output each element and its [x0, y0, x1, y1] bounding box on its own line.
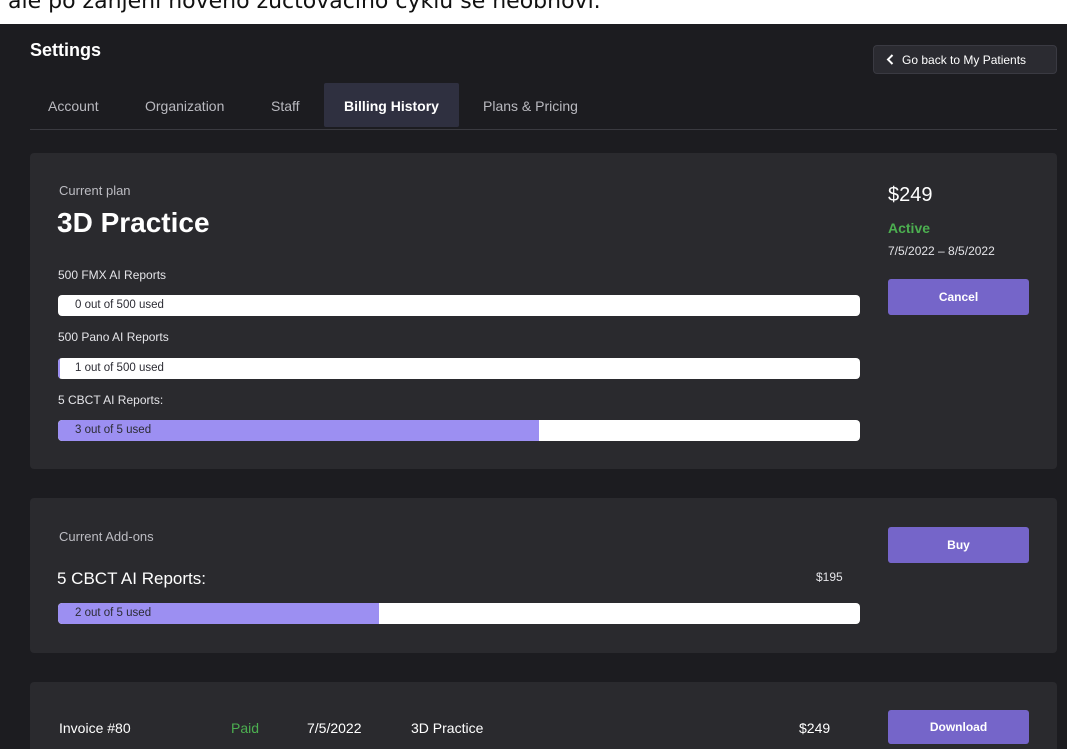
plan-price: $249	[888, 184, 933, 206]
current-addons-label: Current Add-ons	[59, 529, 154, 544]
addon-text-cbct: 2 out of 5 used	[75, 607, 152, 619]
quota-text-pano: 1 out of 500 used	[75, 362, 164, 374]
current-addons-card: Current Add-ons 5 CBCT AI Reports: $195 …	[30, 498, 1057, 653]
quota-text-fmx: 0 out of 500 used	[75, 299, 164, 311]
plan-status-badge: Active	[888, 220, 931, 236]
page-title: Settings	[30, 40, 102, 60]
quota-fill-pano	[58, 358, 60, 379]
quota-label-fmx: 500 FMX AI Reports	[58, 268, 167, 282]
tab-account[interactable]: Account	[48, 83, 99, 127]
quota-text-cbct: 3 out of 5 used	[75, 424, 152, 436]
invoice-amount: $249	[799, 720, 831, 736]
addon-bar-cbct: 2 out of 5 used	[58, 603, 860, 624]
quota-bar-pano: 1 out of 500 used	[58, 358, 860, 379]
back-to-patients-button[interactable]: Go back to My Patients	[873, 45, 1057, 74]
plan-period: 7/5/2022 – 8/5/2022	[888, 244, 995, 258]
quota-label-cbct: 5 CBCT AI Reports:	[58, 393, 164, 407]
top-banner-strip: ale po zánjení nového zúčtovacího cyklu …	[0, 0, 1067, 24]
tab-staff[interactable]: Staff	[271, 83, 300, 127]
chevron-left-icon	[886, 54, 894, 65]
tab-plans-pricing[interactable]: Plans & Pricing	[483, 83, 578, 127]
invoice-date: 7/5/2022	[307, 720, 362, 736]
addon-price: $195	[816, 570, 843, 584]
back-button-label: Go back to My Patients	[902, 52, 1027, 67]
download-invoice-button[interactable]: Download	[888, 710, 1029, 744]
current-plan-label: Current plan	[59, 183, 131, 198]
buy-addon-button[interactable]: Buy	[888, 527, 1029, 563]
tab-billing-history[interactable]: Billing History	[324, 83, 459, 127]
tab-organization[interactable]: Organization	[145, 83, 224, 127]
cancel-plan-button[interactable]: Cancel	[888, 279, 1029, 315]
quota-label-pano: 500 Pano AI Reports	[58, 330, 169, 344]
quota-bar-fmx: 0 out of 500 used	[58, 295, 860, 316]
current-plan-card: Current plan 3D Practice 500 FMX AI Repo…	[30, 153, 1057, 469]
invoice-number: Invoice #80	[59, 720, 131, 736]
invoice-row: Invoice #80 Paid 7/5/2022 3D Practice $2…	[30, 682, 1057, 749]
quota-bar-cbct: 3 out of 5 used	[58, 420, 860, 441]
addon-name: 5 CBCT AI Reports:	[57, 569, 206, 588]
plan-name: 3D Practice	[57, 207, 210, 238]
settings-app: Settings Go back to My Patients Account …	[0, 24, 1067, 749]
invoice-status: Paid	[231, 720, 260, 736]
top-banner-text: ale po zánjení nového zúčtovacího cyklu …	[8, 0, 601, 14]
settings-tabs: Account Organization Staff Billing Histo…	[30, 83, 1057, 130]
invoice-plan: 3D Practice	[411, 720, 484, 736]
